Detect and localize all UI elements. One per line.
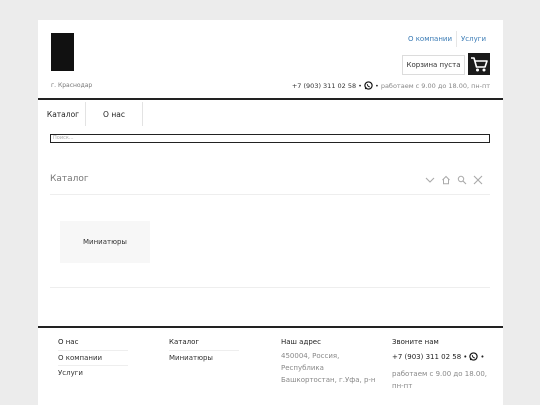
footer-hours: работаем с 9.00 до 18.00, пн-пт xyxy=(392,370,488,390)
contact-line: +7 (903) 311 02 58 • • работаем с 9.00 д… xyxy=(292,81,490,90)
header: г. Краснодар О компании Услуги Корзина п… xyxy=(38,20,503,98)
city-label: г. Краснодар xyxy=(51,82,93,89)
cart-button[interactable]: Корзина пуста xyxy=(402,55,465,75)
whatsapp-icon[interactable] xyxy=(364,81,373,90)
whatsapp-icon[interactable] xyxy=(469,352,479,361)
footer-phone-line: +7 (903) 311 02 58 • • xyxy=(392,352,487,361)
search-input[interactable]: Поиск... xyxy=(50,134,490,143)
cart-icon[interactable] xyxy=(468,53,490,75)
page: г. Краснодар О компании Услуги Корзина п… xyxy=(38,20,503,405)
footer-heading[interactable]: О нас xyxy=(58,338,128,346)
top-link-about[interactable]: О компании xyxy=(404,31,456,47)
footer-col-catalog: Каталог Миниатюры xyxy=(169,338,239,365)
separator: • xyxy=(358,81,362,90)
address-line: 450004, Россия, xyxy=(281,352,340,360)
header-phone[interactable]: +7 (903) 311 02 58 xyxy=(292,82,356,90)
logo[interactable] xyxy=(51,33,74,71)
footer-link-company[interactable]: О компании xyxy=(58,350,128,365)
footer-heading: Звоните нам xyxy=(392,338,439,346)
footer-heading[interactable]: Каталог xyxy=(169,338,239,346)
top-link-services[interactable]: Услуги xyxy=(456,31,490,47)
divider xyxy=(50,287,490,288)
category-card-miniatures[interactable]: Миниатюры xyxy=(60,221,150,263)
address-line: Республика xyxy=(281,364,324,372)
footer-col-phone: Звоните нам +7 (903) 311 02 58 • • работ… xyxy=(392,338,487,392)
home-icon[interactable] xyxy=(440,171,452,185)
separator: • xyxy=(374,81,379,90)
footer-link-miniatures[interactable]: Миниатюры xyxy=(169,350,239,365)
footer-divider xyxy=(38,326,503,328)
separator: • xyxy=(480,352,485,361)
nav-item-catalog[interactable]: Каталог xyxy=(41,102,86,126)
footer-col-about: О нас О компании Услуги xyxy=(58,338,128,380)
page-title: Каталог xyxy=(50,174,89,184)
divider xyxy=(50,194,490,195)
close-icon[interactable] xyxy=(472,171,484,185)
search-icon[interactable] xyxy=(456,171,468,185)
footer-heading: Наш адрес xyxy=(281,338,321,346)
address-line: Башкортостан, г.Уфа, р-н xyxy=(281,376,376,384)
section-tools xyxy=(424,171,484,185)
header-divider xyxy=(38,98,503,100)
nav-item-about[interactable]: О нас xyxy=(86,102,143,126)
footer-phone[interactable]: +7 (903) 311 02 58 xyxy=(392,353,461,361)
header-hours: работаем с 9.00 до 18.00, пн-пт xyxy=(380,81,490,90)
top-links: О компании Услуги xyxy=(404,31,490,47)
main-nav: Каталог О нас xyxy=(41,102,143,126)
chevron-down-icon[interactable] xyxy=(424,171,436,183)
separator: • xyxy=(463,352,468,361)
footer-col-address: Наш адрес 450004, Россия, Республика Баш… xyxy=(281,338,376,386)
footer-link-services[interactable]: Услуги xyxy=(58,365,128,380)
